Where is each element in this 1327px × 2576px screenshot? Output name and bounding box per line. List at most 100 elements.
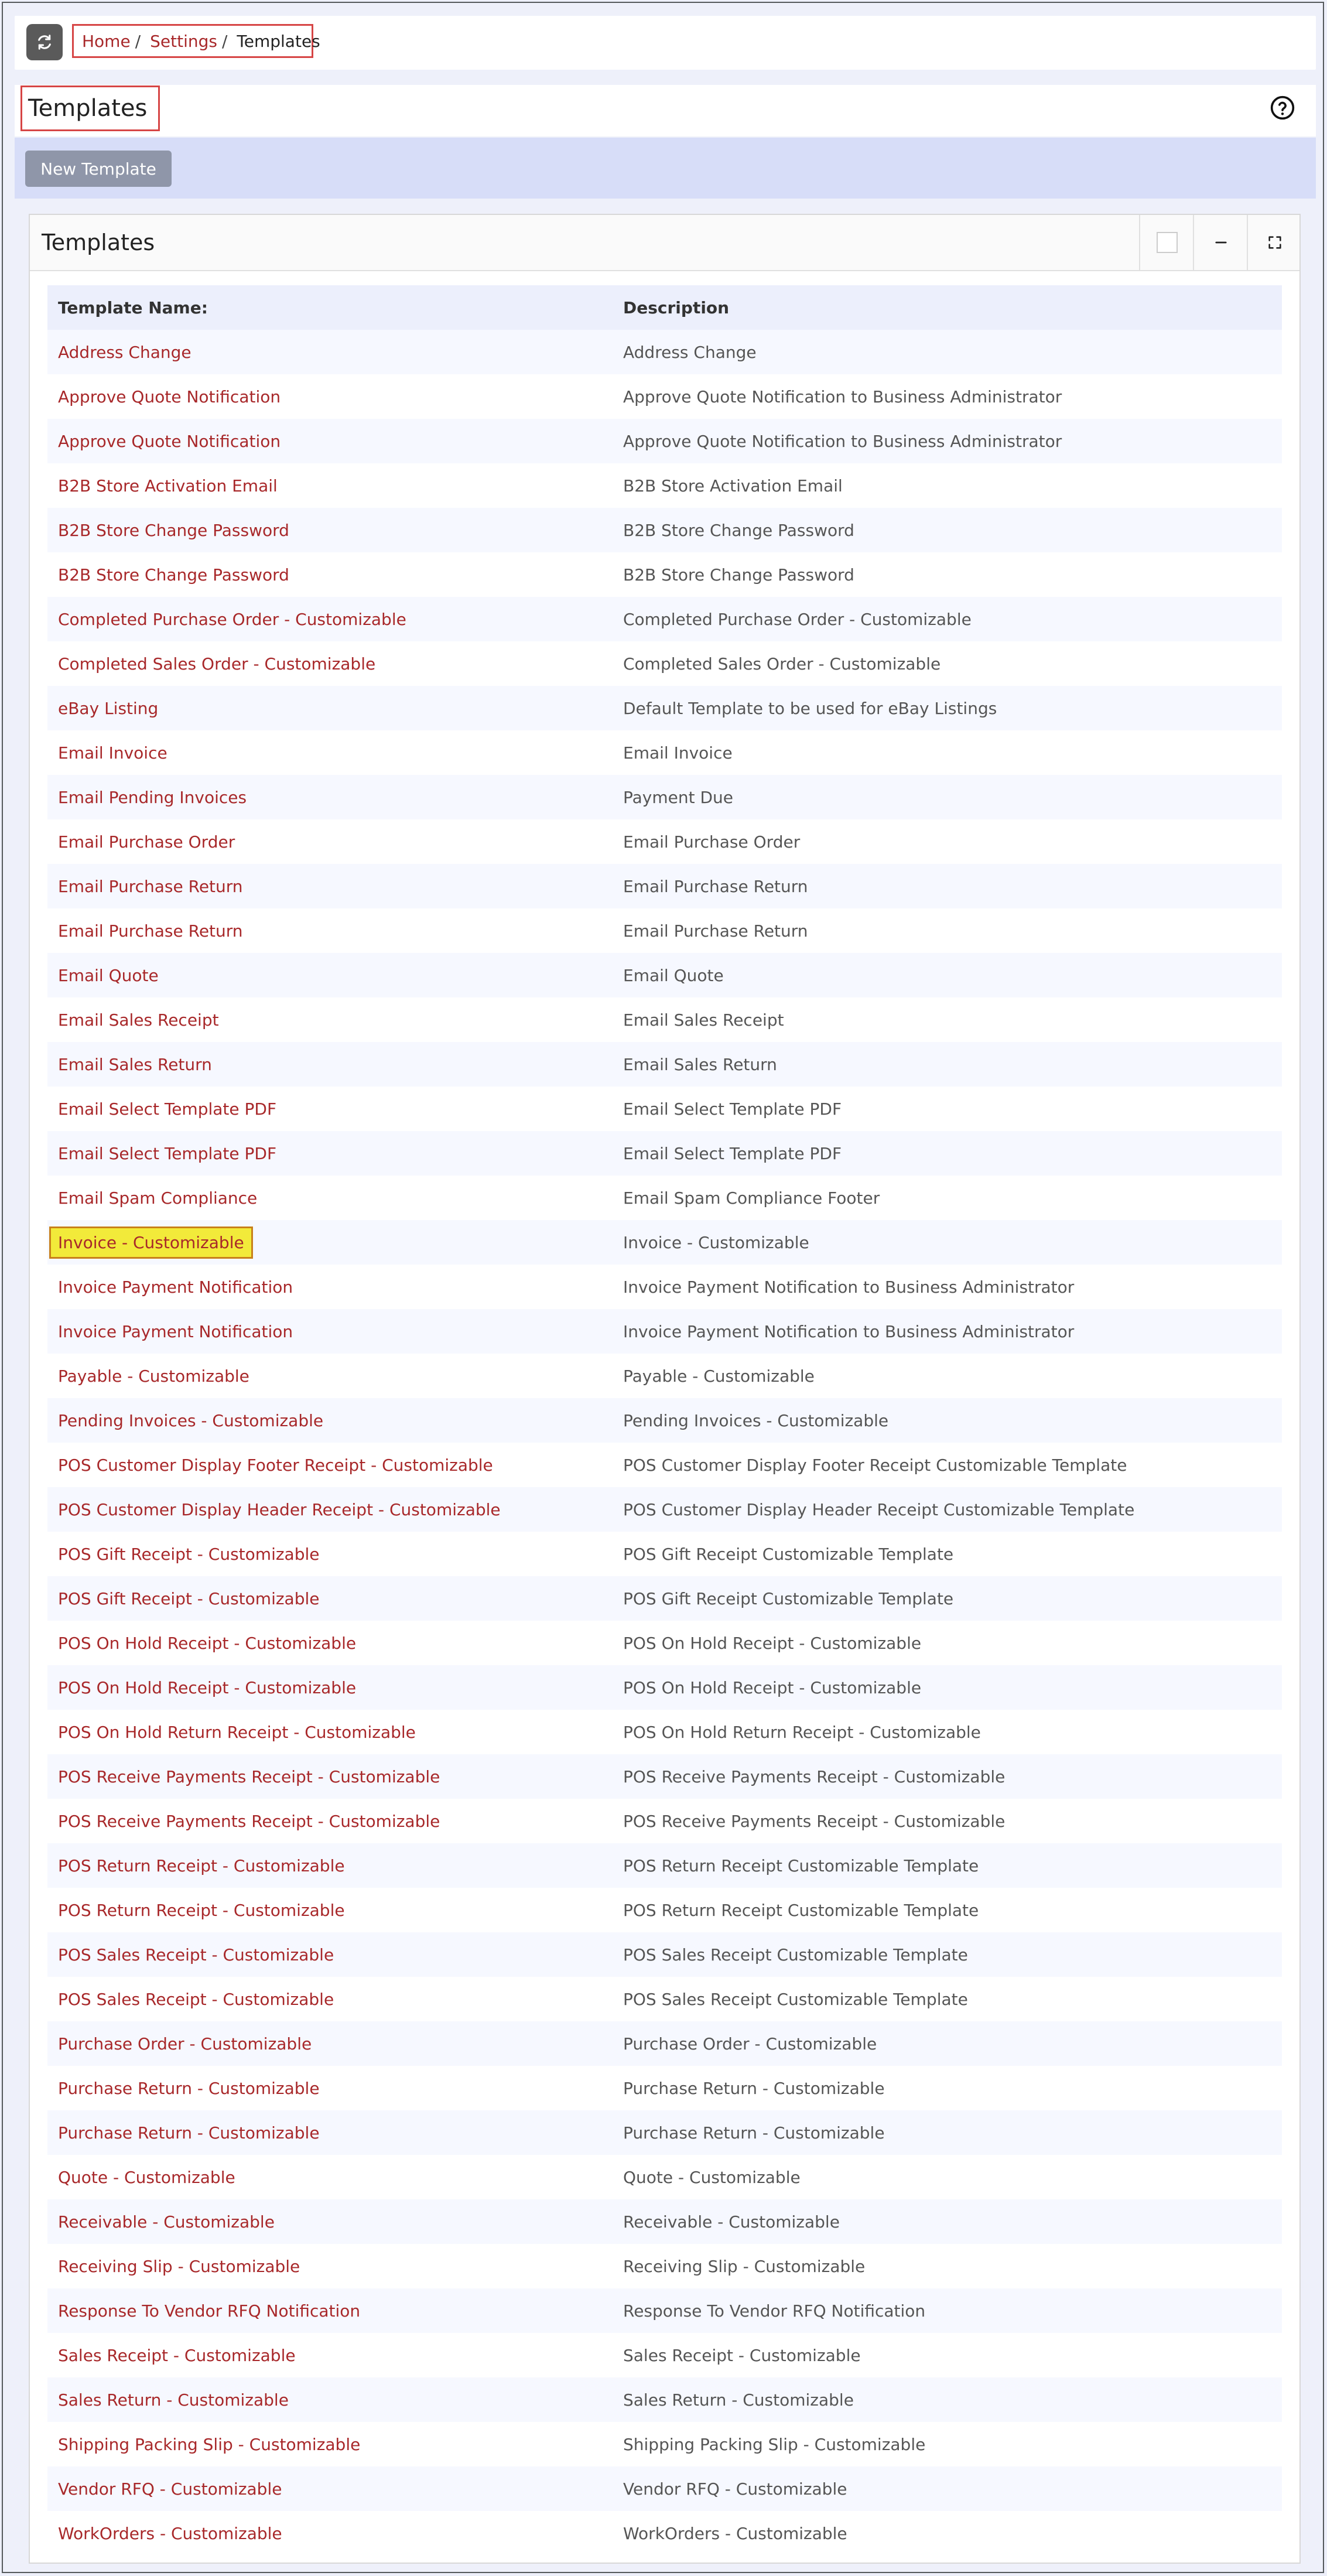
template-description: Shipping Packing Slip - Customizable [623, 2434, 926, 2454]
template-name-cell: POS Return Receipt - Customizable [47, 1901, 623, 1920]
template-name-link[interactable]: Email Quote [58, 966, 159, 985]
template-name-link[interactable]: B2B Store Change Password [58, 521, 289, 540]
template-name-link[interactable]: B2B Store Change Password [58, 565, 289, 585]
template-name-link[interactable]: Sales Receipt - Customizable [58, 2346, 296, 2365]
template-name-link[interactable]: POS Customer Display Footer Receipt - Cu… [58, 1456, 493, 1475]
template-name-link[interactable]: POS Receive Payments Receipt - Customiza… [58, 1812, 440, 1831]
table-row: Invoice Payment Notification Invoice Paym… [47, 1309, 1282, 1354]
template-name-link[interactable]: Invoice - Customizable [49, 1226, 253, 1259]
breadcrumb-home[interactable]: Home [82, 32, 131, 51]
template-name-link[interactable]: Email Pending Invoices [58, 788, 247, 807]
template-name-cell: B2B Store Activation Email [47, 476, 623, 496]
page-title: Templates [20, 86, 160, 131]
template-description: Email Purchase Return [623, 876, 808, 896]
template-name-link[interactable]: Approve Quote Notification [58, 432, 281, 451]
new-template-button[interactable]: New Template [25, 151, 172, 187]
template-name-cell: B2B Store Change Password [47, 521, 623, 540]
template-name-link[interactable]: Invoice Payment Notification [58, 1322, 293, 1341]
template-name-cell: Email Sales Receipt [47, 1010, 623, 1030]
expand-button[interactable] [1247, 215, 1302, 270]
table-header: Template Name: Description [47, 285, 1282, 330]
column-header-description[interactable]: Description [623, 298, 1282, 317]
table-row: Purchase Order - Customizable Purchase Or… [47, 2021, 1282, 2066]
table-row: Approve Quote Notification Approve Quote … [47, 419, 1282, 463]
template-name-link[interactable]: POS On Hold Return Receipt - Customizabl… [58, 1723, 416, 1742]
template-name-cell: Email Invoice [47, 743, 623, 763]
template-description: Purchase Order - Customizable [623, 2034, 877, 2054]
refresh-button[interactable] [26, 24, 63, 60]
template-name-link[interactable]: POS Return Receipt - Customizable [58, 1856, 345, 1875]
template-name-link[interactable]: Purchase Return - Customizable [58, 2079, 320, 2098]
template-description: Email Spam Compliance Footer [623, 1188, 880, 1208]
template-name-link[interactable]: Vendor RFQ - Customizable [58, 2479, 282, 2499]
template-name-link[interactable]: Response To Vendor RFQ Notification [58, 2301, 360, 2321]
template-name-link[interactable]: Invoice Payment Notification [58, 1277, 293, 1297]
template-name-cell: Invoice Payment Notification [47, 1322, 623, 1341]
template-name-link[interactable]: POS On Hold Receipt - Customizable [58, 1678, 356, 1697]
template-name-link[interactable]: POS Gift Receipt - Customizable [58, 1545, 319, 1564]
table-row: POS Customer Display Header Receipt - Cu… [47, 1487, 1282, 1532]
table-row: Purchase Return - Customizable Purchase R… [47, 2110, 1282, 2155]
template-description: Email Select Template PDF [623, 1099, 842, 1119]
template-name-link[interactable]: POS Customer Display Header Receipt - Cu… [58, 1500, 501, 1519]
template-name-link[interactable]: B2B Store Activation Email [58, 476, 278, 496]
template-name-cell: WorkOrders - Customizable [47, 2524, 623, 2543]
template-description: POS Return Receipt Customizable Template [623, 1856, 979, 1875]
table-row: Email Spam Compliance Email Spam Complian… [47, 1176, 1282, 1220]
template-name-link[interactable]: eBay Listing [58, 699, 158, 718]
template-name-link[interactable]: Shipping Packing Slip - Customizable [58, 2435, 360, 2454]
template-name-link[interactable]: Pending Invoices - Customizable [58, 1411, 323, 1430]
template-name-link[interactable]: Receivable - Customizable [58, 2212, 275, 2232]
template-name-link[interactable]: Email Sales Return [58, 1055, 212, 1074]
template-name-link[interactable]: Email Purchase Return [58, 921, 243, 941]
template-name-link[interactable]: WorkOrders - Customizable [58, 2524, 282, 2543]
table-row: POS Return Receipt - Customizable POS Ret… [47, 1888, 1282, 1932]
template-name-link[interactable]: POS Sales Receipt - Customizable [58, 1990, 334, 2009]
minimize-button[interactable] [1193, 215, 1248, 270]
template-name-link[interactable]: POS Sales Receipt - Customizable [58, 1945, 334, 1965]
template-name-link[interactable]: Completed Sales Order - Customizable [58, 654, 375, 674]
column-header-name[interactable]: Template Name: [47, 298, 623, 317]
template-name-link[interactable]: POS Receive Payments Receipt - Customiza… [58, 1767, 440, 1786]
template-name-link[interactable]: Completed Purchase Order - Customizable [58, 610, 406, 629]
template-description: Sales Receipt - Customizable [623, 2345, 861, 2365]
template-name-cell: Vendor RFQ - Customizable [47, 2479, 623, 2499]
template-name-link[interactable]: Email Invoice [58, 743, 167, 763]
template-name-link[interactable]: Email Select Template PDF [58, 1144, 276, 1163]
template-description: Sales Return - Customizable [623, 2390, 854, 2410]
template-name-link[interactable]: Approve Quote Notification [58, 387, 281, 406]
template-name-cell: Email Sales Return [47, 1055, 623, 1074]
select-toggle-button[interactable] [1139, 215, 1194, 270]
breadcrumb-settings[interactable]: Settings [150, 32, 217, 51]
template-name-link[interactable]: Receiving Slip - Customizable [58, 2257, 300, 2276]
template-name-link[interactable]: Sales Return - Customizable [58, 2390, 289, 2410]
template-name-link[interactable]: Purchase Return - Customizable [58, 2123, 320, 2143]
template-description: Pending Invoices - Customizable [623, 1410, 889, 1430]
template-description: Completed Purchase Order - Customizable [623, 609, 972, 629]
template-name-link[interactable]: Quote - Customizable [58, 2168, 235, 2187]
template-name-link[interactable]: POS Gift Receipt - Customizable [58, 1589, 319, 1608]
template-name-cell: POS Sales Receipt - Customizable [47, 1990, 623, 2009]
template-name-link[interactable]: POS Return Receipt - Customizable [58, 1901, 345, 1920]
minimize-icon [1215, 241, 1227, 244]
template-name-link[interactable]: Email Purchase Return [58, 877, 243, 896]
template-name-link[interactable]: Payable - Customizable [58, 1366, 249, 1386]
template-description: Email Invoice [623, 743, 733, 763]
template-name-link[interactable]: Purchase Order - Customizable [58, 2034, 312, 2054]
template-name-link[interactable]: Email Select Template PDF [58, 1099, 276, 1119]
table-row: Completed Sales Order - Customizable Comp… [47, 641, 1282, 686]
template-name-link[interactable]: Email Sales Receipt [58, 1010, 219, 1030]
template-description: Email Select Template PDF [623, 1143, 842, 1163]
template-name-link[interactable]: POS On Hold Receipt - Customizable [58, 1634, 356, 1653]
template-name-link[interactable]: Address Change [58, 343, 191, 362]
help-circle-icon[interactable] [1270, 95, 1295, 121]
table-row: Email Purchase Return Email Purchase Retu… [47, 908, 1282, 953]
table-row: Email Select Template PDF Email Select Te… [47, 1131, 1282, 1176]
template-name-cell: POS On Hold Receipt - Customizable [47, 1678, 623, 1697]
table-row: POS On Hold Return Receipt - Customizabl… [47, 1710, 1282, 1754]
template-name-link[interactable]: Email Spam Compliance [58, 1188, 257, 1208]
template-description: Default Template to be used for eBay Lis… [623, 698, 997, 718]
table-row: POS Receive Payments Receipt - Customiza… [47, 1799, 1282, 1843]
table-row: Email Sales Receipt Email Sales Receipt [47, 997, 1282, 1042]
template-name-link[interactable]: Email Purchase Order [58, 832, 235, 852]
